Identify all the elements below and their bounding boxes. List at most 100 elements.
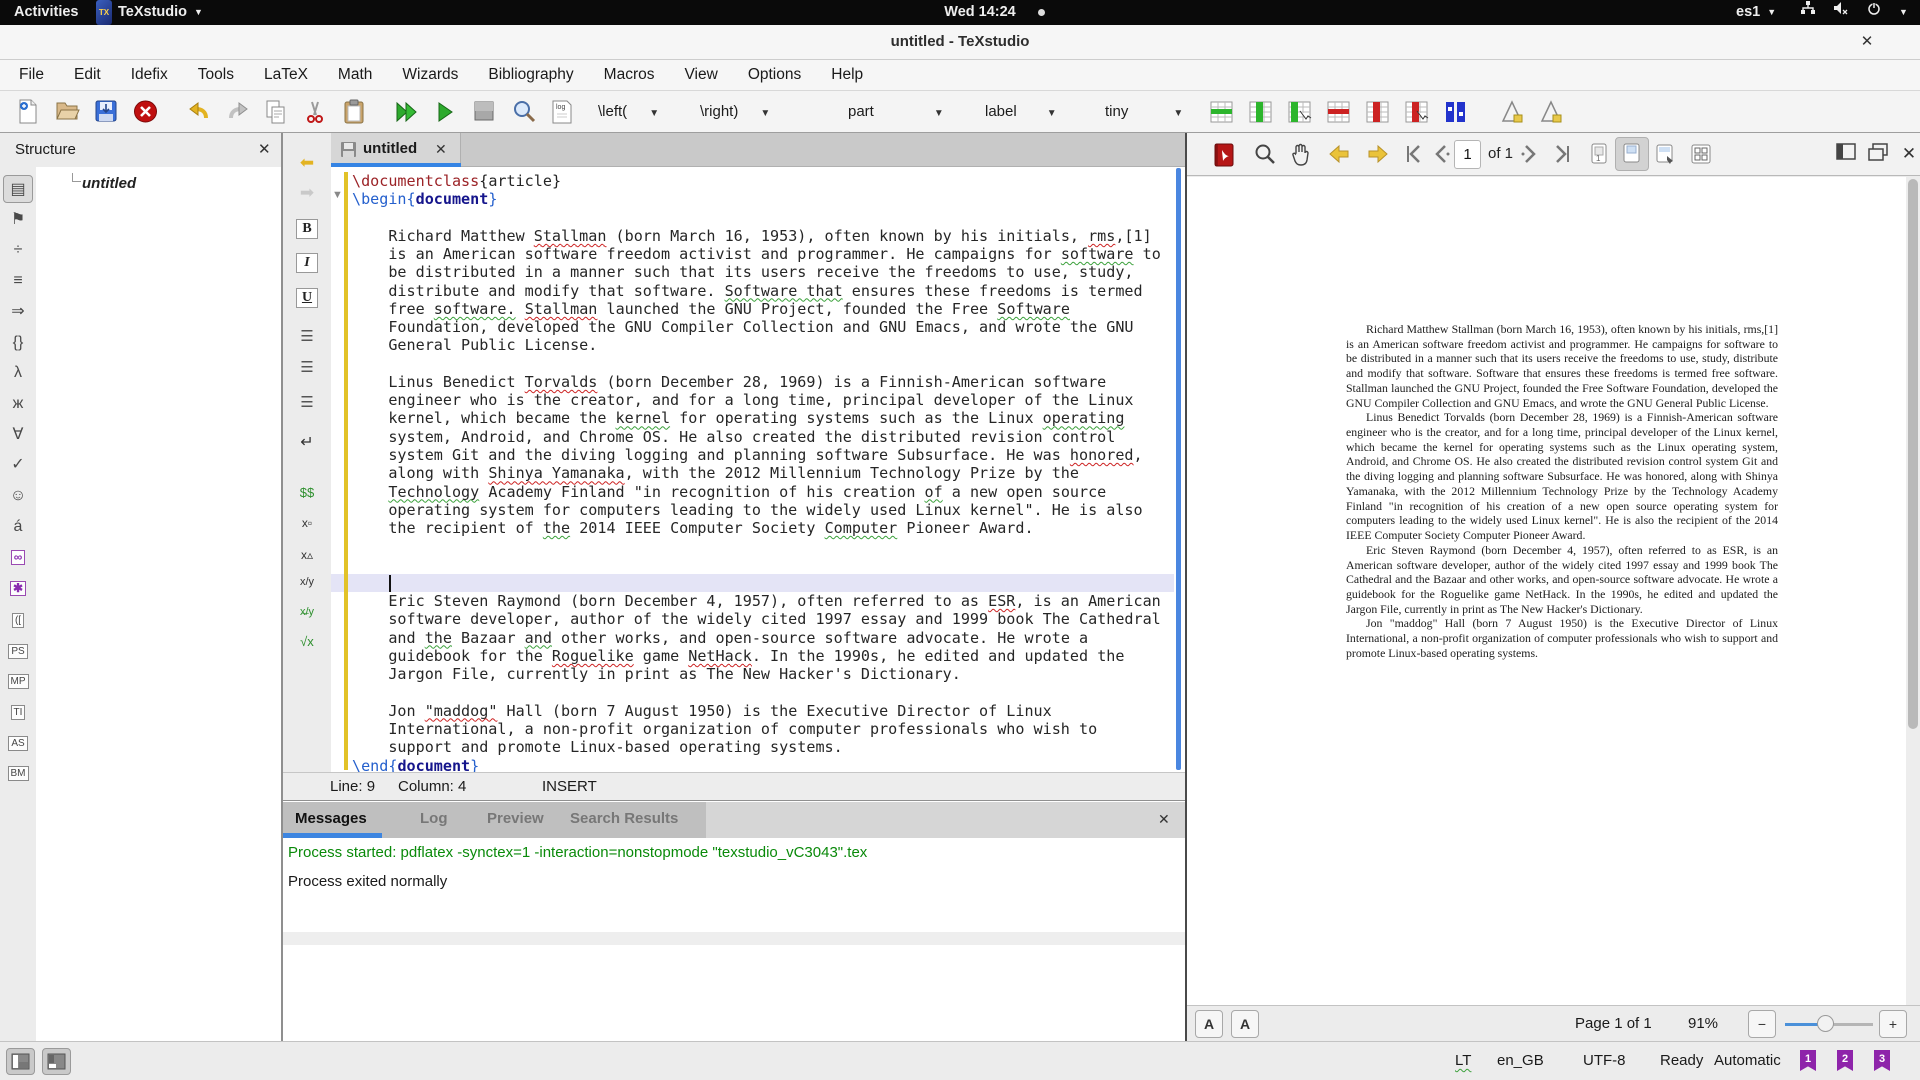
- stop-button[interactable]: [472, 99, 498, 125]
- right-delimiter-dropdown[interactable]: \right) ▼: [700, 99, 770, 125]
- side-tab-symbols-delimiters[interactable]: {}: [3, 329, 33, 357]
- vtb-subscript-button[interactable]: x▫: [291, 511, 323, 535]
- bookmark-tag-2[interactable]: 2: [1837, 1050, 1853, 1071]
- pdf-scrollbar[interactable]: [1906, 177, 1920, 1005]
- paste-column-button[interactable]: [1288, 99, 1314, 125]
- pdf-search-icon[interactable]: [1253, 142, 1277, 166]
- language-indicator[interactable]: en_GB: [1497, 1042, 1544, 1080]
- pdf-last-page-icon[interactable]: [1551, 142, 1575, 166]
- pdf-next-page-icon[interactable]: [1517, 142, 1541, 166]
- side-tab-symbols-misc-math[interactable]: ∀: [3, 421, 33, 449]
- messages-tab-messages[interactable]: Messages: [295, 802, 367, 835]
- vtb-math-mode-button[interactable]: $$: [291, 481, 323, 505]
- next-todo-button[interactable]: [1500, 99, 1526, 125]
- fold-marker-icon[interactable]: ▼: [332, 189, 343, 201]
- vtb-align-right-button[interactable]: ☰: [291, 391, 323, 415]
- pdf-page-spinbox[interactable]: 1: [1454, 140, 1481, 169]
- vtb-align-left-button[interactable]: ☰: [291, 325, 323, 349]
- message-line[interactable]: Process started: pdflatex -synctex=1 -in…: [288, 841, 867, 865]
- vtb-superscript-button[interactable]: x▵: [291, 543, 323, 567]
- menu-wizards[interactable]: Wizards: [387, 60, 473, 90]
- redo-button[interactable]: [225, 99, 251, 125]
- menu-edit[interactable]: Edit: [59, 60, 116, 90]
- pdf-hand-tool-icon[interactable]: [1290, 142, 1314, 166]
- languagetool-indicator[interactable]: LT: [1455, 1042, 1471, 1080]
- vtb-bold-button[interactable]: B: [296, 219, 318, 239]
- clock[interactable]: Wed 14:24: [900, 0, 1060, 25]
- pdf-back-icon[interactable]: [1328, 142, 1352, 166]
- vtb-italic-button[interactable]: I: [296, 253, 318, 273]
- pdf-first-page-icon[interactable]: [1401, 142, 1425, 166]
- copy-button[interactable]: [264, 99, 290, 125]
- side-tab-symbols-greek[interactable]: λ: [3, 359, 33, 387]
- pdf-zoom-out-button[interactable]: −: [1748, 1010, 1776, 1038]
- pdf-zoom-slider-knob[interactable]: [1817, 1015, 1834, 1032]
- window-close-button[interactable]: ✕: [1854, 29, 1880, 55]
- side-tab-symbols-smileys[interactable]: ☺: [3, 482, 33, 510]
- messages-tab-search-results[interactable]: Search Results: [570, 802, 678, 835]
- cut-column-button[interactable]: [1405, 99, 1431, 125]
- bookmark-tag-3[interactable]: 3: [1874, 1050, 1890, 1071]
- view-button[interactable]: [433, 99, 459, 125]
- toggle-side-panel-button[interactable]: [6, 1048, 35, 1075]
- cut-button[interactable]: [303, 99, 329, 125]
- pdf-zoom-slider[interactable]: [1785, 1015, 1873, 1032]
- pdf-grid-view-icon[interactable]: [1689, 142, 1713, 166]
- side-tab-structure-view[interactable]: ▤: [3, 175, 33, 203]
- side-tab-symbols-cyrillic[interactable]: ж: [3, 390, 33, 418]
- menu-options[interactable]: Options: [733, 60, 816, 90]
- line-ending-indicator[interactable]: Automatic: [1714, 1042, 1781, 1080]
- side-tab-symbols-ams[interactable]: ∞: [3, 543, 33, 571]
- menu-view[interactable]: View: [670, 60, 733, 90]
- system-menu-caret[interactable]: ▼: [1892, 0, 1908, 25]
- code-editor[interactable]: ▼ \documentclass{article} \begin{document…: [331, 167, 1186, 772]
- side-tab-asymptote[interactable]: AS: [3, 728, 33, 756]
- pdf-presentation-icon[interactable]: [1653, 142, 1677, 166]
- editor-tab-untitled[interactable]: untitled ✕: [331, 133, 461, 167]
- remove-column-button[interactable]: [1366, 99, 1392, 125]
- pdf-close-icon[interactable]: ✕: [1897, 142, 1920, 166]
- label-dropdown[interactable]: label ▼: [985, 99, 1057, 125]
- sectioning-dropdown[interactable]: part ▼: [848, 99, 944, 125]
- build-and-view-button[interactable]: [394, 99, 420, 125]
- view-log-button[interactable]: log: [550, 99, 576, 125]
- save-button[interactable]: [94, 99, 120, 125]
- power-icon[interactable]: [1866, 0, 1882, 25]
- add-column-button[interactable]: [1249, 99, 1275, 125]
- pdf-single-page-icon[interactable]: 1: [1587, 142, 1611, 166]
- prev-todo-button[interactable]: [1539, 99, 1565, 125]
- app-menu-button[interactable]: TeXstudio ▼: [118, 0, 203, 25]
- messages-close-icon[interactable]: ✕: [1158, 802, 1170, 836]
- keyboard-layout-indicator[interactable]: es1 ▼: [1736, 0, 1776, 25]
- menu-tools[interactable]: Tools: [183, 60, 249, 90]
- menu-idefix[interactable]: Idefix: [116, 60, 183, 90]
- vtb-jump-back-button[interactable]: ⬅: [291, 151, 323, 175]
- structure-dock-close-icon[interactable]: ✕: [258, 133, 271, 166]
- menu-bibliography[interactable]: Bibliography: [473, 60, 588, 90]
- tab-close-icon[interactable]: ✕: [435, 133, 447, 165]
- font-size-dropdown[interactable]: tiny ▼: [1105, 99, 1183, 125]
- menu-latex[interactable]: LaTeX: [249, 60, 323, 90]
- paste-button[interactable]: [342, 99, 368, 125]
- find-button[interactable]: [511, 99, 537, 125]
- side-tab-symbols-accents[interactable]: á: [3, 513, 33, 541]
- side-tab-symbols-special[interactable]: ✱: [3, 574, 33, 602]
- pdf-document-icon[interactable]: [1213, 142, 1237, 167]
- pdf-detach-icon[interactable]: [1867, 142, 1891, 166]
- pdf-dock-sidebar-icon[interactable]: [1835, 142, 1859, 166]
- menu-macros[interactable]: Macros: [589, 60, 670, 90]
- activities-button[interactable]: Activities: [14, 0, 78, 25]
- side-tab-tikz[interactable]: TI: [3, 697, 33, 725]
- new-file-button[interactable]: [16, 99, 42, 125]
- left-delimiter-dropdown[interactable]: \left(▼: [598, 99, 659, 125]
- side-tab-metapost[interactable]: MP: [3, 666, 33, 694]
- menu-help[interactable]: Help: [816, 60, 878, 90]
- align-columns-button[interactable]: [1444, 99, 1470, 125]
- pdf-prev-page-icon[interactable]: [1430, 142, 1454, 166]
- encoding-indicator[interactable]: UTF-8: [1583, 1042, 1626, 1080]
- side-tab-bookmarks[interactable]: ⚑: [3, 206, 33, 234]
- vtb-newline-button[interactable]: ↵: [291, 431, 323, 455]
- vtb-underline-button[interactable]: U: [296, 288, 318, 308]
- bookmark-tag-1[interactable]: 1: [1800, 1050, 1816, 1071]
- side-tab-pstricks[interactable]: PS: [3, 636, 33, 664]
